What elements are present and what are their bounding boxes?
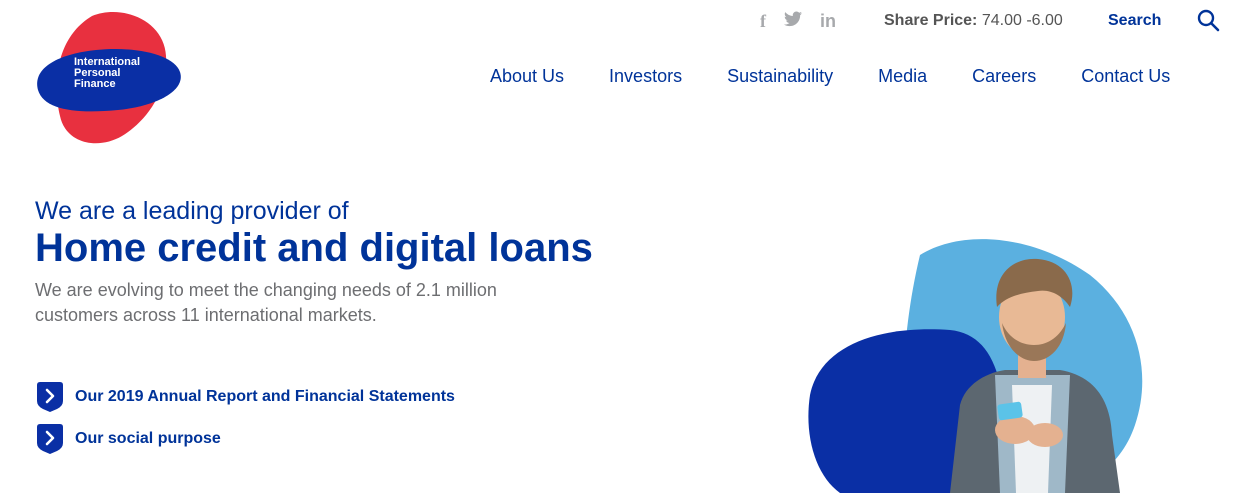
facebook-icon[interactable]: f [760,10,766,32]
main-nav: About Us Investors Sustainability Media … [490,66,1170,87]
search-icon[interactable] [1196,8,1220,37]
nav-media[interactable]: Media [878,66,927,87]
share-price: Share Price: 74.00 -6.00 [884,12,1063,30]
hero-links: Our 2019 Annual Report and Financial Sta… [35,381,455,465]
nav-careers[interactable]: Careers [972,66,1036,87]
social-purpose-link[interactable]: Our social purpose [35,423,455,455]
chevron-right-icon [37,382,63,412]
social-links: f in [760,10,836,32]
logo-text: International Personal Finance [74,57,140,90]
logo-line-3: Finance [74,78,116,90]
nav-about-us[interactable]: About Us [490,66,564,87]
hero-title: Home credit and digital loans [35,226,593,270]
annual-report-label: Our 2019 Annual Report and Financial Sta… [75,388,455,405]
search-link[interactable]: Search [1108,12,1161,30]
nav-investors[interactable]: Investors [609,66,682,87]
share-price-value: 74.00 -6.00 [981,12,1063,29]
chevron-right-icon [37,424,63,454]
phone [997,401,1023,421]
twitter-icon[interactable] [784,10,802,32]
nav-contact-us[interactable]: Contact Us [1081,66,1170,87]
share-price-label: Share Price: [884,12,978,29]
nav-sustainability[interactable]: Sustainability [727,66,833,87]
social-purpose-label: Our social purpose [75,430,221,447]
hero-illustration [800,235,1150,493]
hero-section: We are a leading provider of Home credit… [35,196,595,328]
annual-report-link[interactable]: Our 2019 Annual Report and Financial Sta… [35,381,455,413]
hero-description: We are evolving to meet the changing nee… [35,280,497,325]
hero-lead: We are a leading provider of [35,197,349,225]
linkedin-icon[interactable]: in [820,10,836,32]
company-logo[interactable]: International Personal Finance [30,10,185,150]
